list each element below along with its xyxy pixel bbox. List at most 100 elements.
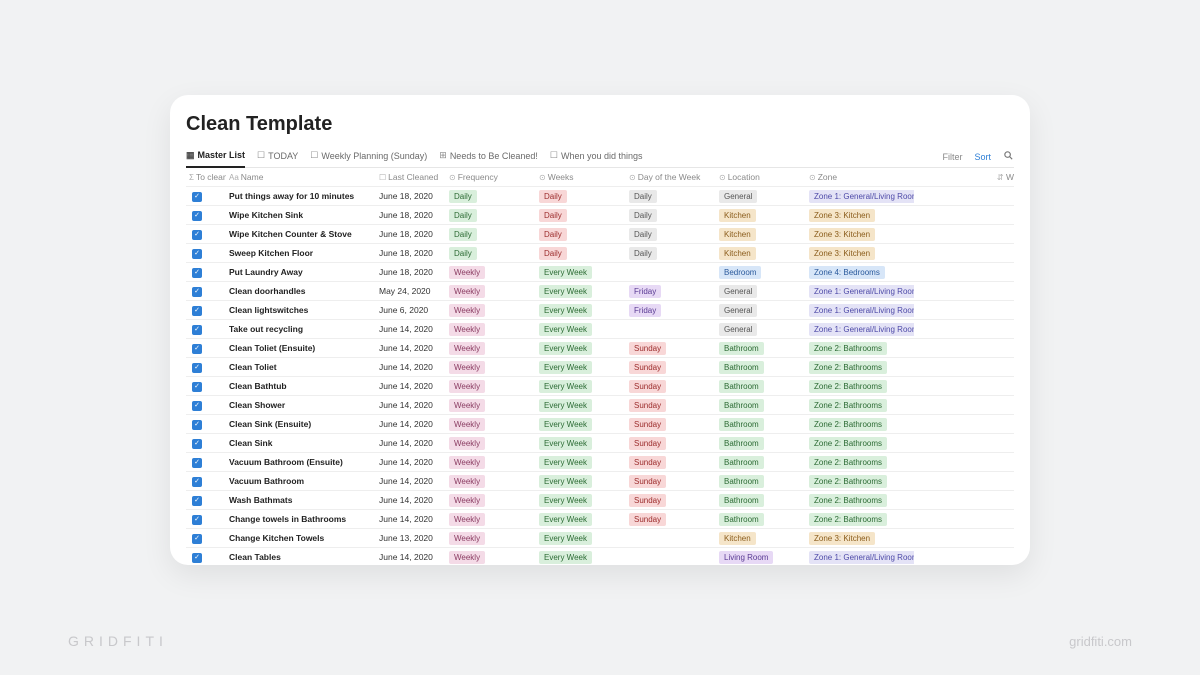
zone-cell[interactable]: Zone 1: General/Living Room [806, 285, 914, 298]
zone-cell[interactable]: Zone 1: General/Living Room [806, 551, 914, 564]
location-cell[interactable]: Kitchen [716, 228, 806, 241]
header-frequency[interactable]: ⊙Frequency [446, 172, 536, 182]
zone-cell[interactable]: Zone 3: Kitchen [806, 247, 914, 260]
zone-cell[interactable]: Zone 2: Bathrooms [806, 456, 914, 469]
to-clean-checkbox[interactable] [192, 249, 202, 259]
search-icon[interactable] [1003, 150, 1014, 164]
frequency-cell[interactable]: Weekly [446, 266, 536, 279]
task-name[interactable]: Wash Bathmats [226, 495, 376, 505]
header-to-clean[interactable]: ΣTo clean [186, 172, 226, 182]
last-cleaned-date[interactable]: June 18, 2020 [376, 229, 446, 239]
table-row[interactable]: Clean TablesJune 14, 2020WeeklyEvery Wee… [186, 548, 1014, 565]
task-name[interactable]: Clean lightswitches [226, 305, 376, 315]
tab-view[interactable]: ▦Master List [186, 146, 245, 168]
frequency-cell[interactable]: Weekly [446, 342, 536, 355]
weeks-cell[interactable]: Daily [536, 247, 626, 260]
table-row[interactable]: Clean ShowerJune 14, 2020WeeklyEvery Wee… [186, 396, 1014, 415]
location-cell[interactable]: General [716, 304, 806, 317]
task-name[interactable]: Put Laundry Away [226, 267, 376, 277]
last-cleaned-date[interactable]: June 18, 2020 [376, 267, 446, 277]
table-row[interactable]: Wash BathmatsJune 14, 2020WeeklyEvery We… [186, 491, 1014, 510]
weeks-cell[interactable]: Daily [536, 190, 626, 203]
location-cell[interactable]: Bathroom [716, 380, 806, 393]
day-cell[interactable]: Sunday [626, 513, 716, 526]
frequency-cell[interactable]: Weekly [446, 323, 536, 336]
task-name[interactable]: Change Kitchen Towels [226, 533, 376, 543]
frequency-cell[interactable]: Weekly [446, 475, 536, 488]
table-row[interactable]: Take out recyclingJune 14, 2020WeeklyEve… [186, 320, 1014, 339]
task-name[interactable]: Clean Tables [226, 552, 376, 562]
header-w[interactable]: ⇵ W [997, 172, 1014, 182]
last-cleaned-date[interactable]: June 18, 2020 [376, 210, 446, 220]
header-weeks[interactable]: ⊙Weeks [536, 172, 626, 182]
frequency-cell[interactable]: Weekly [446, 532, 536, 545]
zone-cell[interactable]: Zone 2: Bathrooms [806, 475, 914, 488]
table-row[interactable]: Clean doorhandlesMay 24, 2020WeeklyEvery… [186, 282, 1014, 301]
task-name[interactable]: Wipe Kitchen Counter & Stove [226, 229, 376, 239]
task-name[interactable]: Clean Toliet (Ensuite) [226, 343, 376, 353]
to-clean-checkbox[interactable] [192, 268, 202, 278]
location-cell[interactable]: General [716, 285, 806, 298]
day-cell[interactable]: Sunday [626, 361, 716, 374]
location-cell[interactable]: Bathroom [716, 456, 806, 469]
last-cleaned-date[interactable]: June 14, 2020 [376, 381, 446, 391]
zone-cell[interactable]: Zone 2: Bathrooms [806, 399, 914, 412]
to-clean-checkbox[interactable] [192, 230, 202, 240]
zone-cell[interactable]: Zone 2: Bathrooms [806, 513, 914, 526]
location-cell[interactable]: General [716, 323, 806, 336]
weeks-cell[interactable]: Every Week [536, 418, 626, 431]
weeks-cell[interactable]: Every Week [536, 456, 626, 469]
frequency-cell[interactable]: Weekly [446, 551, 536, 564]
last-cleaned-date[interactable]: June 14, 2020 [376, 457, 446, 467]
table-row[interactable]: Clean BathtubJune 14, 2020WeeklyEvery We… [186, 377, 1014, 396]
last-cleaned-date[interactable]: June 18, 2020 [376, 191, 446, 201]
frequency-cell[interactable]: Daily [446, 247, 536, 260]
weeks-cell[interactable]: Every Week [536, 342, 626, 355]
last-cleaned-date[interactable]: June 14, 2020 [376, 419, 446, 429]
day-cell[interactable]: Sunday [626, 437, 716, 450]
zone-cell[interactable]: Zone 2: Bathrooms [806, 380, 914, 393]
to-clean-checkbox[interactable] [192, 287, 202, 297]
header-zone[interactable]: ⊙Zone [806, 172, 914, 182]
table-row[interactable]: Clean TolietJune 14, 2020WeeklyEvery Wee… [186, 358, 1014, 377]
frequency-cell[interactable]: Weekly [446, 437, 536, 450]
to-clean-checkbox[interactable] [192, 382, 202, 392]
frequency-cell[interactable]: Weekly [446, 399, 536, 412]
to-clean-checkbox[interactable] [192, 363, 202, 373]
day-cell[interactable]: Sunday [626, 418, 716, 431]
task-name[interactable]: Vacuum Bathroom [226, 476, 376, 486]
weeks-cell[interactable]: Daily [536, 209, 626, 222]
frequency-cell[interactable]: Daily [446, 228, 536, 241]
to-clean-checkbox[interactable] [192, 211, 202, 221]
weeks-cell[interactable]: Every Week [536, 266, 626, 279]
day-cell[interactable]: Friday [626, 285, 716, 298]
to-clean-checkbox[interactable] [192, 439, 202, 449]
table-row[interactable]: Put Laundry AwayJune 18, 2020WeeklyEvery… [186, 263, 1014, 282]
to-clean-checkbox[interactable] [192, 534, 202, 544]
table-row[interactable]: Clean lightswitchesJune 6, 2020WeeklyEve… [186, 301, 1014, 320]
location-cell[interactable]: Living Room [716, 551, 806, 564]
table-row[interactable]: Change Kitchen TowelsJune 13, 2020Weekly… [186, 529, 1014, 548]
frequency-cell[interactable]: Daily [446, 190, 536, 203]
zone-cell[interactable]: Zone 3: Kitchen [806, 532, 914, 545]
zone-cell[interactable]: Zone 4: Bedrooms [806, 266, 914, 279]
last-cleaned-date[interactable]: June 6, 2020 [376, 305, 446, 315]
header-day-of-week[interactable]: ⊙Day of the Week [626, 172, 716, 182]
table-row[interactable]: Clean Sink (Ensuite)June 14, 2020WeeklyE… [186, 415, 1014, 434]
weeks-cell[interactable]: Every Week [536, 551, 626, 564]
task-name[interactable]: Vacuum Bathroom (Ensuite) [226, 457, 376, 467]
last-cleaned-date[interactable]: June 13, 2020 [376, 533, 446, 543]
to-clean-checkbox[interactable] [192, 306, 202, 316]
to-clean-checkbox[interactable] [192, 477, 202, 487]
location-cell[interactable]: Bedroom [716, 266, 806, 279]
tab-view[interactable]: ☐Weekly Planning (Sunday) [310, 147, 427, 167]
last-cleaned-date[interactable]: June 14, 2020 [376, 362, 446, 372]
weeks-cell[interactable]: Every Week [536, 323, 626, 336]
location-cell[interactable]: Kitchen [716, 209, 806, 222]
last-cleaned-date[interactable]: June 14, 2020 [376, 476, 446, 486]
last-cleaned-date[interactable]: June 14, 2020 [376, 324, 446, 334]
header-name[interactable]: AaName [226, 172, 376, 182]
task-name[interactable]: Clean doorhandles [226, 286, 376, 296]
zone-cell[interactable]: Zone 2: Bathrooms [806, 494, 914, 507]
zone-cell[interactable]: Zone 2: Bathrooms [806, 418, 914, 431]
